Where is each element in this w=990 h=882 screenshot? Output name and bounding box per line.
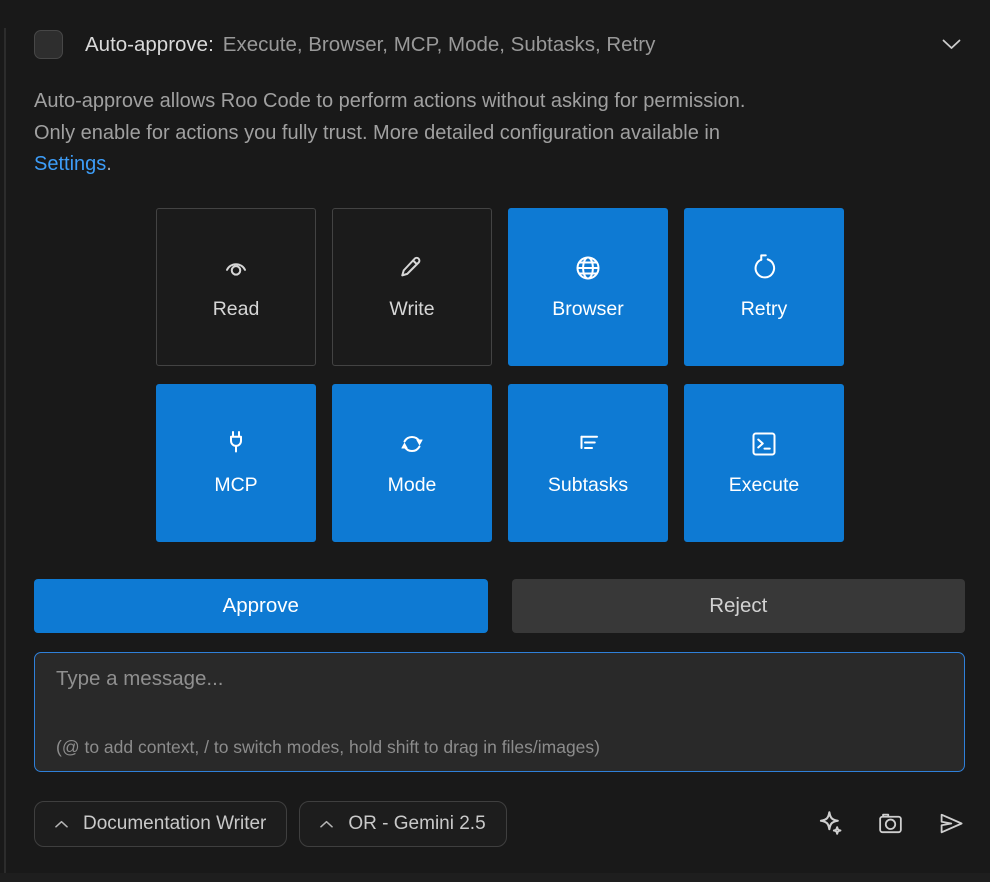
api-config-selector[interactable]: OR - Gemini 2.5 [299,801,506,847]
eye-icon [221,253,251,283]
footer-bar: Documentation Writer OR - Gemini 2.5 [34,801,965,847]
footer-icon-group [817,810,965,837]
toggle-mcp[interactable]: MCP [156,384,316,542]
chat-input[interactable] [56,667,943,725]
sync-icon [397,429,427,459]
toggle-subtasks[interactable]: Subtasks [508,384,668,542]
toggle-label: Execute [729,474,799,497]
toggle-read[interactable]: Read [156,208,316,366]
approve-button[interactable]: Approve [34,579,488,633]
auto-approve-summary: Execute, Browser, MCP, Mode, Subtasks, R… [223,33,656,56]
settings-link[interactable]: Settings [34,153,106,175]
toggle-label: Read [213,298,260,321]
toggle-execute[interactable]: Execute [684,384,844,542]
send-icon[interactable] [938,810,965,837]
auto-approve-title[interactable]: Auto-approve: Execute, Browser, MCP, Mode… [85,33,655,57]
auto-approve-checkbox[interactable] [34,30,63,59]
bottom-strip [0,873,990,882]
action-buttons: Approve Reject [34,579,965,633]
description-line-3: Settings. [34,149,949,181]
auto-approve-description: Auto-approve allows Roo Code to perform … [34,86,949,181]
toggle-mode[interactable]: Mode [332,384,492,542]
toggle-label: Write [389,298,434,321]
chat-input-box: (@ to add context, / to switch modes, ho… [34,652,965,772]
chevron-down-icon[interactable] [938,35,965,54]
chevron-up-icon [55,820,68,828]
refresh-icon [749,253,779,283]
description-suffix: . [106,153,112,175]
toggle-label: Retry [741,298,788,321]
sparkle-icon[interactable] [817,811,843,837]
toggle-label: Mode [388,474,437,497]
auto-approve-panel: Auto-approve: Execute, Browser, MCP, Mode… [0,0,990,847]
mode-selector-label: Documentation Writer [83,813,266,835]
auto-approve-header: Auto-approve: Execute, Browser, MCP, Mode… [34,30,965,59]
api-config-selector-label: OR - Gemini 2.5 [348,813,485,835]
auto-approve-grid: Read Write Browser Retry MCP Mode Subtasks Exec… [156,208,965,542]
plug-icon [221,429,251,459]
toggle-label: Subtasks [548,474,628,497]
description-line-1: Auto-approve allows Roo Code to perform … [34,86,949,118]
mode-selector[interactable]: Documentation Writer [34,801,287,847]
toggle-label: Browser [552,298,624,321]
camera-icon[interactable] [877,810,904,837]
globe-icon [573,253,603,283]
toggle-write[interactable]: Write [332,208,492,366]
chat-input-hint: (@ to add context, / to switch modes, ho… [56,737,600,758]
pencil-icon [397,253,427,283]
description-line-2: Only enable for actions you fully trust.… [34,118,949,150]
list-tree-icon [573,429,603,459]
reject-button[interactable]: Reject [512,579,966,633]
toggle-retry[interactable]: Retry [684,208,844,366]
toggle-label: MCP [214,474,257,497]
chevron-up-icon [320,820,333,828]
auto-approve-title-text: Auto-approve: [85,33,214,56]
terminal-icon [749,429,779,459]
toggle-browser[interactable]: Browser [508,208,668,366]
